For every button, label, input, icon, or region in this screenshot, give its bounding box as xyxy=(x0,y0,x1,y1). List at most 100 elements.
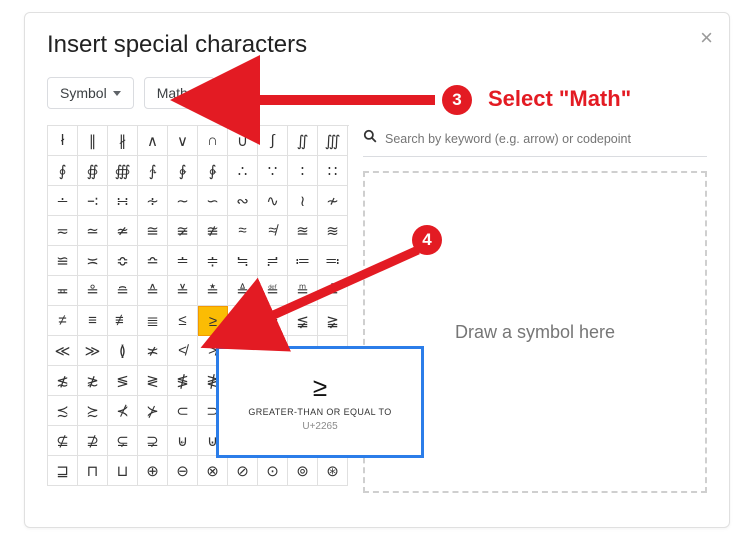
character-cell[interactable]: ≂ xyxy=(48,216,78,246)
character-cell[interactable]: ⊌ xyxy=(168,426,198,456)
character-cell[interactable]: ∴ xyxy=(228,156,258,186)
character-cell[interactable]: ≛ xyxy=(198,276,228,306)
character-cell[interactable]: ≟ xyxy=(318,276,348,306)
character-cell[interactable]: ≔ xyxy=(288,246,318,276)
character-cell[interactable]: ≝ xyxy=(258,276,288,306)
character-cell[interactable]: ≩ xyxy=(318,306,348,336)
character-cell[interactable]: ≨ xyxy=(288,306,318,336)
character-cell[interactable]: ≭ xyxy=(138,336,168,366)
character-cell[interactable]: ≠ xyxy=(48,306,78,336)
character-cell[interactable]: ≁ xyxy=(318,186,348,216)
character-cell[interactable]: ≅ xyxy=(138,216,168,246)
character-cell[interactable]: ≮ xyxy=(168,336,198,366)
character-cell[interactable]: ⊀ xyxy=(108,396,138,426)
character-cell[interactable]: ≿ xyxy=(78,396,108,426)
character-cell[interactable]: ⊕ xyxy=(138,456,168,486)
character-cell[interactable]: ∶ xyxy=(288,156,318,186)
character-cell[interactable]: ⊁ xyxy=(138,396,168,426)
character-cell[interactable]: ≒ xyxy=(228,246,258,276)
character-cell[interactable]: ≏ xyxy=(138,246,168,276)
character-cell[interactable]: ⊓ xyxy=(78,456,108,486)
character-cell[interactable]: ⊂ xyxy=(168,396,198,426)
character-cell[interactable]: ∭ xyxy=(318,126,348,156)
character-cell[interactable]: ∼ xyxy=(168,186,198,216)
character-cell[interactable]: ≫ xyxy=(78,336,108,366)
character-cell[interactable]: ⊚ xyxy=(288,456,318,486)
character-cell[interactable]: ⊒ xyxy=(48,456,78,486)
character-cell[interactable]: ∽ xyxy=(198,186,228,216)
character-cell[interactable]: ⊖ xyxy=(168,456,198,486)
character-cell[interactable]: ∩ xyxy=(198,126,228,156)
character-cell[interactable]: ≌ xyxy=(48,246,78,276)
character-cell[interactable]: ≬ xyxy=(108,336,138,366)
subcategory-dropdown[interactable]: Math xyxy=(144,77,215,109)
character-cell[interactable]: ≧ xyxy=(258,306,288,336)
character-cell[interactable]: ≍ xyxy=(78,246,108,276)
character-cell[interactable]: ∬ xyxy=(288,126,318,156)
character-cell[interactable]: ∪ xyxy=(228,126,258,156)
character-cell[interactable]: ∫ xyxy=(258,126,288,156)
character-cell[interactable]: ≄ xyxy=(108,216,138,246)
character-cell[interactable]: ≐ xyxy=(168,246,198,276)
character-cell[interactable]: ⊊ xyxy=(108,426,138,456)
close-icon[interactable]: × xyxy=(700,25,713,51)
character-cell[interactable]: ≞ xyxy=(288,276,318,306)
character-cell[interactable]: ≵ xyxy=(78,366,108,396)
character-cell[interactable]: ⊈ xyxy=(48,426,78,456)
character-cell[interactable]: ⊋ xyxy=(138,426,168,456)
character-cell[interactable]: ≷ xyxy=(138,366,168,396)
character-cell[interactable]: ≴ xyxy=(48,366,78,396)
character-cell[interactable]: ∾ xyxy=(228,186,258,216)
character-cell[interactable]: ≸ xyxy=(168,366,198,396)
character-cell[interactable]: ∨ xyxy=(168,126,198,156)
character-cell[interactable]: ∺ xyxy=(108,186,138,216)
character-cell[interactable]: ≗ xyxy=(78,276,108,306)
category-dropdown[interactable]: Symbol xyxy=(47,77,134,109)
character-cell[interactable]: ≖ xyxy=(48,276,78,306)
character-cell[interactable]: ⊔ xyxy=(108,456,138,486)
character-cell[interactable]: ⊛ xyxy=(318,456,348,486)
character-cell[interactable]: ⊘ xyxy=(228,456,258,486)
character-cell[interactable]: ≇ xyxy=(198,216,228,246)
character-cell[interactable]: ∸ xyxy=(48,186,78,216)
character-cell[interactable]: ≘ xyxy=(108,276,138,306)
character-cell[interactable]: ≡ xyxy=(78,306,108,336)
character-cell[interactable]: ≆ xyxy=(168,216,198,246)
character-cell[interactable]: ∻ xyxy=(138,186,168,216)
character-cell[interactable]: ∹ xyxy=(78,186,108,216)
character-cell[interactable]: ≑ xyxy=(198,246,228,276)
character-cell[interactable]: ⊙ xyxy=(258,456,288,486)
character-cell[interactable]: ≾ xyxy=(48,396,78,426)
character-cell[interactable]: ⊗ xyxy=(198,456,228,486)
character-cell[interactable]: ∱ xyxy=(138,156,168,186)
character-cell[interactable]: ∳ xyxy=(198,156,228,186)
character-cell[interactable]: ≉ xyxy=(258,216,288,246)
character-cell[interactable]: ≋ xyxy=(318,216,348,246)
character-cell[interactable]: ∯ xyxy=(78,156,108,186)
character-cell[interactable]: ⊉ xyxy=(78,426,108,456)
character-cell[interactable]: ≶ xyxy=(108,366,138,396)
character-cell[interactable]: ≙ xyxy=(138,276,168,306)
character-cell[interactable]: ∷ xyxy=(318,156,348,186)
character-cell[interactable]: ≥ xyxy=(198,306,228,336)
character-cell[interactable]: ≀ xyxy=(288,186,318,216)
character-cell[interactable]: ≎ xyxy=(108,246,138,276)
character-cell[interactable]: ∥ xyxy=(78,126,108,156)
character-cell[interactable]: ∧ xyxy=(138,126,168,156)
character-cell[interactable]: ∦ xyxy=(108,126,138,156)
character-cell[interactable]: ≪ xyxy=(48,336,78,366)
character-cell[interactable]: ∮ xyxy=(48,156,78,186)
character-cell[interactable]: ≣ xyxy=(138,306,168,336)
character-cell[interactable]: ≚ xyxy=(168,276,198,306)
search-input[interactable] xyxy=(385,132,707,146)
character-cell[interactable]: ≜ xyxy=(228,276,258,306)
character-cell[interactable]: ≈ xyxy=(228,216,258,246)
character-cell[interactable]: ≕ xyxy=(318,246,348,276)
character-cell[interactable]: ≢ xyxy=(108,306,138,336)
character-cell[interactable]: ≤ xyxy=(168,306,198,336)
character-cell[interactable]: ≦ xyxy=(228,306,258,336)
character-cell[interactable]: ∰ xyxy=(108,156,138,186)
character-cell[interactable]: ≃ xyxy=(78,216,108,246)
character-cell[interactable]: ł xyxy=(48,126,78,156)
character-cell[interactable]: ∲ xyxy=(168,156,198,186)
